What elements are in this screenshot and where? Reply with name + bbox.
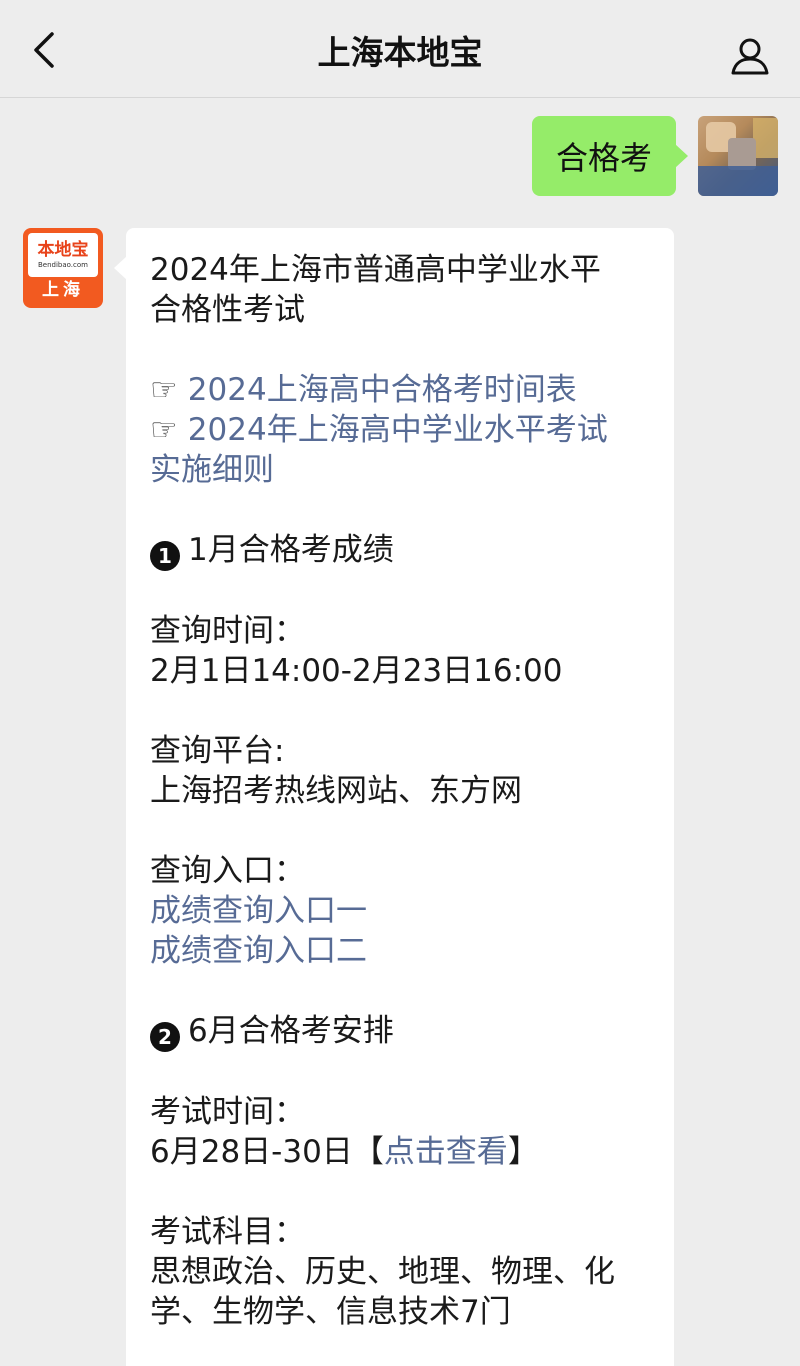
number-badge-icon: 2	[150, 1022, 180, 1052]
query-entry: 查询入口： 成绩查询入口一 成绩查询入口二	[150, 851, 650, 971]
view-details-link[interactable]: 点击查看	[384, 1134, 508, 1170]
rules-link-continued[interactable]: 实施细则	[150, 450, 650, 490]
user-avatar[interactable]	[698, 116, 778, 196]
query-time-value: 2月1日14:00-2月23日16:00	[150, 653, 563, 689]
bendibao-logo: 本地宝 Bendibao.com	[28, 233, 98, 277]
user-message-text: 合格考	[555, 139, 652, 177]
exam-time-line: 6月28日-30日【点击查看】	[150, 1132, 650, 1172]
section-heading: 1月合格考成绩	[188, 532, 394, 568]
exam-time-value: 6月28日-30日	[150, 1134, 353, 1170]
logo-text: 本地宝	[37, 240, 89, 260]
related-links: ☞ 2024上海高中合格考时间表 ☞ 2024年上海高中学业水平考试 实施细则	[150, 370, 650, 490]
exam-subjects-line-1: 思想政治、历史、地理、物理、化	[150, 1254, 615, 1290]
query-time-label: 查询时间：	[150, 613, 305, 649]
bracket-close: 】	[507, 1134, 539, 1170]
exam-subjects: 考试科目： 思想政治、历史、地理、物理、化 学、生物学、信息技术7门	[150, 1212, 650, 1332]
exam-subjects-line-2: 学、生物学、信息技术7门	[150, 1294, 511, 1330]
logo-city: 上海	[42, 280, 84, 300]
logo-url: Bendibao.com	[37, 261, 88, 269]
nav-bar: 上海本地宝	[0, 0, 800, 98]
profile-button[interactable]	[728, 34, 772, 78]
score-query-link-2[interactable]: 成绩查询入口二	[150, 931, 650, 971]
pointing-hand-icon: ☞	[150, 412, 178, 448]
query-platform-value: 上海招考热线网站、东方网	[150, 773, 522, 809]
title-line-2: 合格性考试	[150, 292, 305, 328]
score-query-link-1[interactable]: 成绩查询入口一	[150, 891, 650, 931]
related-link-1[interactable]: ☞ 2024上海高中合格考时间表	[150, 370, 650, 410]
page-title: 上海本地宝	[317, 33, 483, 72]
section-1-heading: 1 1月合格考成绩	[150, 530, 650, 571]
section-2-heading: 2 6月合格考安排	[150, 1011, 650, 1052]
number-badge-icon: 1	[150, 541, 180, 571]
related-link-2[interactable]: ☞ 2024年上海高中学业水平考试	[150, 410, 650, 450]
person-icon	[731, 38, 769, 75]
timetable-link[interactable]: 2024上海高中合格考时间表	[188, 372, 577, 408]
query-platform-label: 查询平台:	[150, 733, 285, 769]
bot-avatar[interactable]: 本地宝 Bendibao.com 上海	[23, 228, 103, 308]
pointing-hand-icon: ☞	[150, 372, 178, 408]
bot-message-bubble: 2024年上海市普通高中学业水平 合格性考试 ☞ 2024上海高中合格考时间表 ☞…	[114, 228, 674, 1366]
user-message-bubble[interactable]: 合格考	[531, 116, 689, 196]
query-platform: 查询平台: 上海招考热线网站、东方网	[150, 731, 650, 811]
section-heading: 6月合格考安排	[188, 1013, 394, 1049]
exam-time-label: 考试时间：	[150, 1094, 305, 1130]
message-title: 2024年上海市普通高中学业水平 合格性考试	[150, 250, 650, 330]
exam-time: 考试时间： 6月28日-30日【点击查看】	[150, 1092, 650, 1172]
bracket-open: 【	[352, 1134, 384, 1170]
title-line-1: 2024年上海市普通高中学业水平	[150, 252, 601, 288]
rules-link[interactable]: 2024年上海高中学业水平考试	[188, 412, 608, 448]
exam-subjects-label: 考试科目：	[150, 1214, 305, 1250]
user-message-row: 合格考	[531, 116, 778, 196]
query-entry-label: 查询入口：	[150, 853, 305, 889]
query-time: 查询时间： 2月1日14:00-2月23日16:00	[150, 611, 650, 691]
